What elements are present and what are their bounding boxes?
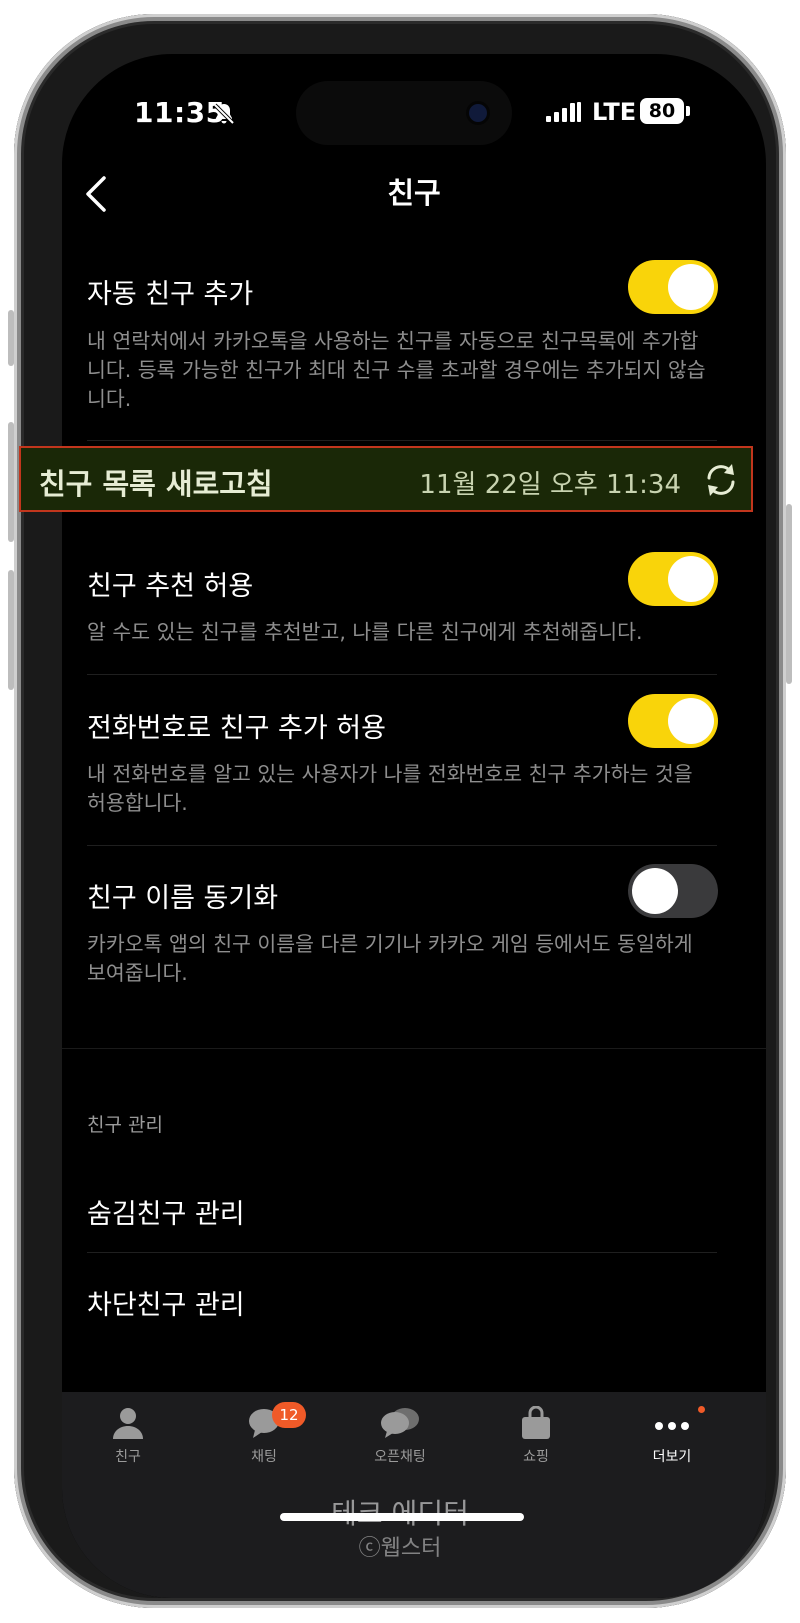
refresh-timestamp: 11월 22일 오후 11:34 bbox=[419, 470, 681, 500]
toggle-knob bbox=[668, 698, 714, 744]
toggle-recommend[interactable] bbox=[628, 552, 718, 606]
shopping-bag-icon bbox=[522, 1406, 550, 1439]
toggle-knob bbox=[668, 264, 714, 310]
screen: 11:35 LTE 80 친구 자동 친구 추가 내 연락처에서 카카오톡을 사… bbox=[62, 54, 766, 1598]
tab-label: 쇼핑 bbox=[523, 1449, 549, 1465]
power-button bbox=[786, 504, 792, 684]
battery-tip bbox=[686, 106, 690, 116]
tab-chats[interactable]: 12 채팅 bbox=[204, 1402, 324, 1486]
tab-shopping[interactable]: 쇼핑 bbox=[476, 1406, 596, 1486]
setting-desc-phone-add: 내 전화번호를 알고 있는 사용자가 나를 전화번호로 친구 추가하는 것을 허… bbox=[87, 762, 693, 815]
person-icon bbox=[113, 1408, 143, 1439]
tab-label: 친구 bbox=[115, 1449, 141, 1465]
setting-title-phone-add: 전화번호로 친구 추가 허용 bbox=[87, 713, 386, 744]
network-type: LTE bbox=[592, 98, 637, 126]
section-divider bbox=[62, 1048, 766, 1049]
refresh-icon[interactable] bbox=[701, 460, 741, 500]
camera-icon bbox=[469, 104, 487, 122]
more-dots-icon bbox=[655, 1422, 689, 1430]
setting-title-recommend: 친구 추천 허용 bbox=[87, 571, 254, 602]
refresh-label: 친구 목록 새로고침 bbox=[39, 467, 273, 501]
bell-muted-icon bbox=[213, 103, 235, 125]
setting-desc-name-sync: 카카오톡 앱의 친구 이름을 다른 기기나 카카오 게임 등에서도 동일하게 보… bbox=[87, 932, 693, 985]
page-title: 친구 bbox=[387, 176, 441, 210]
volume-up-button bbox=[8, 422, 14, 542]
hidden-friends-item[interactable]: 숨김친구 관리 bbox=[87, 1192, 245, 1231]
toggle-phone-add[interactable] bbox=[628, 694, 718, 748]
divider bbox=[87, 1252, 717, 1253]
toggle-name-sync[interactable] bbox=[628, 864, 718, 918]
new-dot-icon bbox=[698, 1406, 705, 1413]
unread-badge: 12 bbox=[272, 1402, 306, 1428]
watermark-title: 테크 에디터 bbox=[331, 1497, 469, 1530]
tab-label: 더보기 bbox=[652, 1449, 692, 1465]
battery-icon: 80 bbox=[640, 98, 684, 124]
tab-label: 채팅 bbox=[251, 1449, 277, 1465]
toggle-auto-add[interactable] bbox=[628, 260, 718, 314]
setting-title-auto-add: 자동 친구 추가 bbox=[87, 279, 254, 310]
setting-title-name-sync: 친구 이름 동기화 bbox=[87, 883, 279, 914]
open-chat-icon bbox=[381, 1408, 419, 1438]
battery-level: 80 bbox=[648, 100, 676, 122]
tab-bar: 친구 12 채팅 오픈채팅 쇼핑 더보기 bbox=[62, 1392, 766, 1598]
setting-desc-auto-add: 내 연락처에서 카카오톡을 사용하는 친구를 자동으로 친구목록에 추가합니다.… bbox=[87, 329, 706, 411]
refresh-friends-row[interactable]: 친구 목록 새로고침 11월 22일 오후 11:34 bbox=[19, 446, 753, 512]
divider bbox=[87, 674, 717, 675]
tab-open-chat[interactable]: 오픈채팅 bbox=[340, 1406, 460, 1486]
action-button bbox=[8, 310, 14, 366]
tab-label: 오픈채팅 bbox=[374, 1449, 426, 1465]
signal-icon bbox=[546, 102, 581, 122]
toggle-knob bbox=[668, 556, 714, 602]
setting-desc-recommend: 알 수도 있는 친구를 추천받고, 나를 다른 친구에게 추천해줍니다. bbox=[87, 620, 643, 644]
section-label-manage: 친구 관리 bbox=[87, 1114, 163, 1136]
divider bbox=[87, 845, 717, 846]
tab-friends[interactable]: 친구 bbox=[68, 1406, 188, 1486]
toggle-knob bbox=[632, 868, 678, 914]
blocked-friends-item[interactable]: 차단친구 관리 bbox=[87, 1283, 245, 1322]
phone-frame: 11:35 LTE 80 친구 자동 친구 추가 내 연락처에서 카카오톡을 사… bbox=[8, 14, 792, 1608]
watermark-credit: ⓒ웹스터 bbox=[358, 1536, 442, 1561]
divider bbox=[87, 440, 717, 441]
volume-down-button bbox=[8, 570, 14, 690]
tab-more[interactable]: 더보기 bbox=[612, 1406, 732, 1486]
